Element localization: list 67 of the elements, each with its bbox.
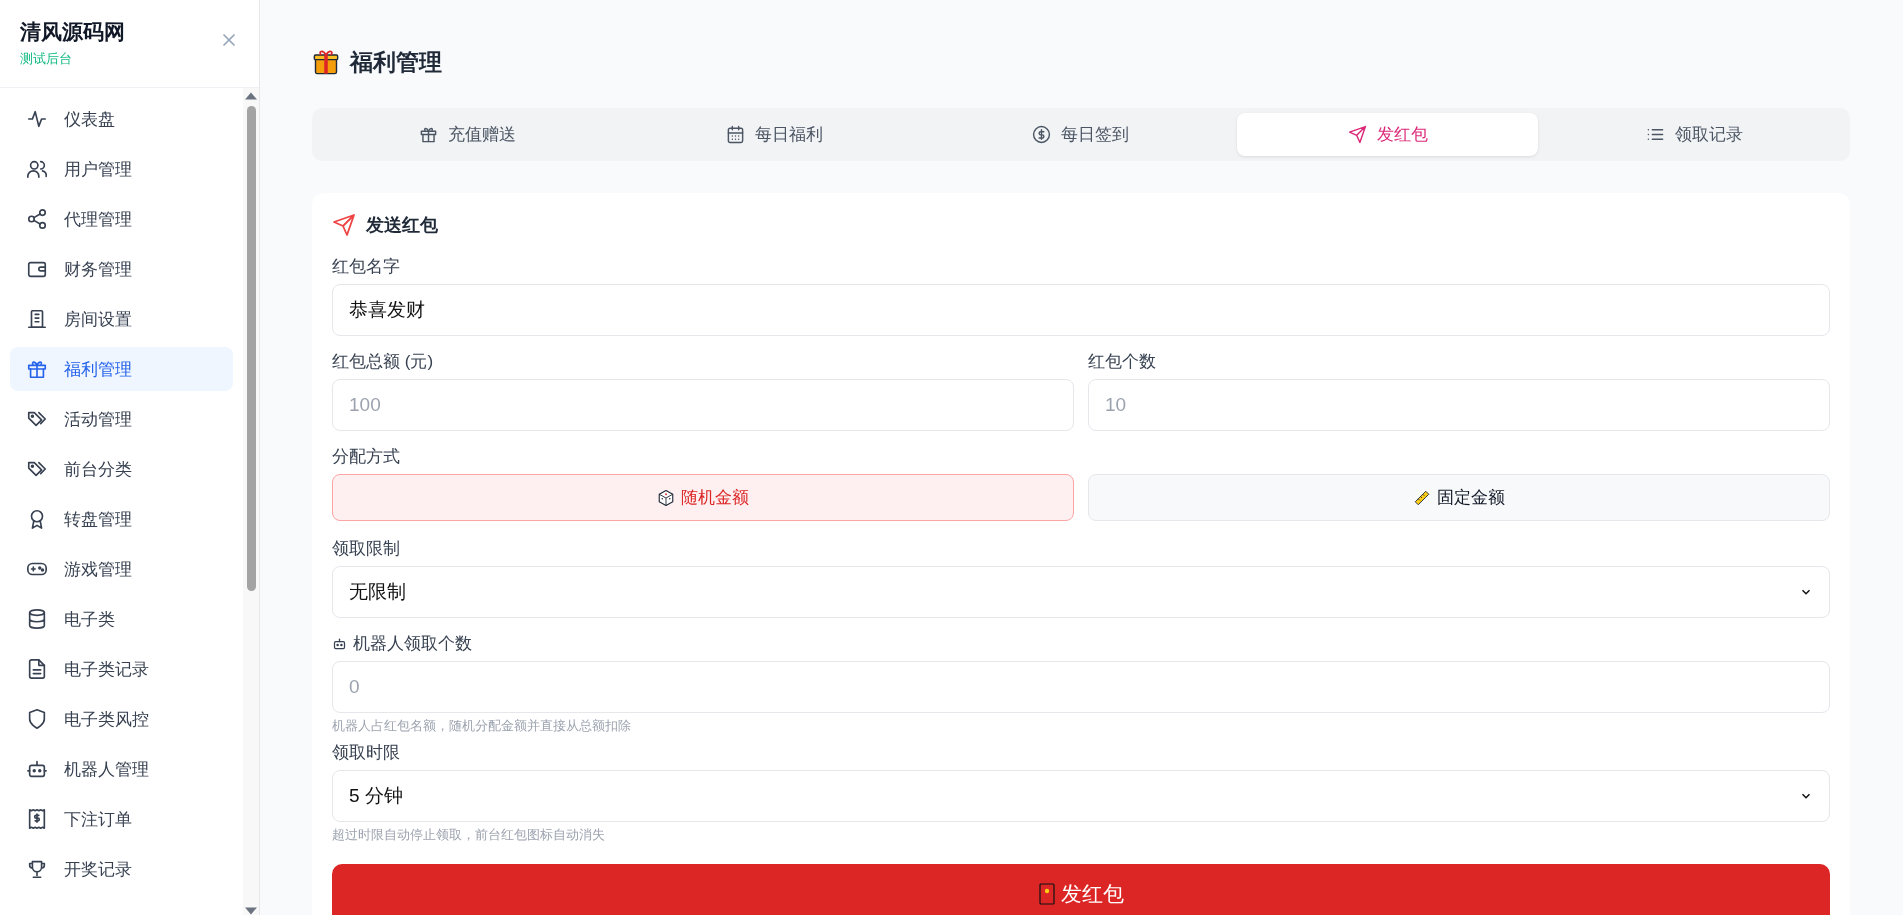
page-title: 福利管理 <box>350 47 442 77</box>
sidebar-item[interactable]: 房间设置 <box>10 297 233 341</box>
field-label: 红包个数 <box>1088 351 1157 373</box>
sidebar-item[interactable]: 电子类记录 <box>10 647 233 691</box>
card-heading: 发送红包 <box>366 214 438 237</box>
tab[interactable]: 每日福利 <box>623 113 926 156</box>
field-label: 领取时限 <box>332 742 401 764</box>
robot-icon <box>26 758 48 780</box>
trophy-icon <box>26 858 48 880</box>
submit-button[interactable]: 发红包 <box>332 864 1830 915</box>
sidebar-item[interactable]: 前台分类 <box>10 447 233 491</box>
building-icon <box>26 308 48 330</box>
gift-icon <box>419 125 439 144</box>
receipt-icon <box>26 808 48 830</box>
sidebar-item[interactable]: 福利管理 <box>10 347 233 391</box>
dice-icon <box>657 488 675 507</box>
select-field[interactable]: 无限制 <box>332 566 1830 618</box>
sidebar-item[interactable]: 游戏管理 <box>10 547 233 591</box>
input-field[interactable]: 100 <box>332 379 1074 431</box>
scroll-down-icon[interactable] <box>245 907 257 915</box>
option-button[interactable]: 固定金额 <box>1088 474 1830 521</box>
sidebar-item[interactable]: 开奖记录 <box>10 847 233 891</box>
hint-text: 机器人占红包名额，随机分配金额并直接从总额扣除 <box>332 717 632 735</box>
sidebar-item[interactable]: 机器人管理 <box>10 747 233 791</box>
users-icon <box>26 158 48 180</box>
sidebar-item[interactable]: 代理管理 <box>10 197 233 241</box>
send-icon <box>1347 125 1367 144</box>
document-icon <box>26 658 48 680</box>
robot-icon <box>332 636 347 651</box>
brand-title: 清风源码网 <box>20 19 125 45</box>
input-field[interactable]: 0 <box>332 661 1830 713</box>
input-field[interactable]: 恭喜发财 <box>332 284 1830 336</box>
sidebar-item[interactable]: 电子类 <box>10 597 233 641</box>
tab[interactable]: 发红包 <box>1236 113 1539 156</box>
tab[interactable]: 领取记录 <box>1543 113 1845 156</box>
gift-icon <box>26 358 48 380</box>
field-label: 机器人领取个数 <box>353 633 472 655</box>
hint-text: 超过时限自动停止领取，前台红包图标自动消失 <box>332 826 606 844</box>
envelope-icon <box>1038 883 1055 905</box>
tab[interactable]: 充值赠送 <box>317 113 619 156</box>
gift-icon <box>312 48 340 76</box>
sidebar-item[interactable]: 财务管理 <box>10 247 233 291</box>
shield-icon <box>26 708 48 730</box>
sidebar-item[interactable]: 转盘管理 <box>10 497 233 541</box>
select-field[interactable]: 5 分钟 <box>332 770 1830 822</box>
field-label: 领取限制 <box>332 538 401 560</box>
brand-subtitle: 测试后台 <box>20 50 73 68</box>
scrollbar[interactable] <box>243 88 259 915</box>
activity-icon <box>26 108 48 130</box>
field-label: 红包总额 (元) <box>332 351 435 373</box>
share-icon <box>26 208 48 230</box>
sidebar-item[interactable]: 活动管理 <box>10 397 233 441</box>
scroll-up-icon[interactable] <box>245 92 257 100</box>
sidebar-item[interactable]: 用户管理 <box>10 147 233 191</box>
field-label: 分配方式 <box>332 446 401 468</box>
sidebar-item[interactable]: 仪表盘 <box>10 97 233 141</box>
field-label: 红包名字 <box>332 256 401 278</box>
sidebar-item[interactable]: 电子类风控 <box>10 697 233 741</box>
ruler-icon <box>1413 488 1431 507</box>
sidebar-item[interactable]: 下注订单 <box>10 797 233 841</box>
dollar-icon <box>1032 125 1052 144</box>
input-field[interactable]: 10 <box>1088 379 1830 431</box>
calendar-icon <box>725 125 745 144</box>
option-button[interactable]: 随机金额 <box>332 474 1074 521</box>
database-icon <box>26 608 48 630</box>
tab[interactable]: 每日签到 <box>930 113 1232 156</box>
send-icon <box>332 213 356 237</box>
